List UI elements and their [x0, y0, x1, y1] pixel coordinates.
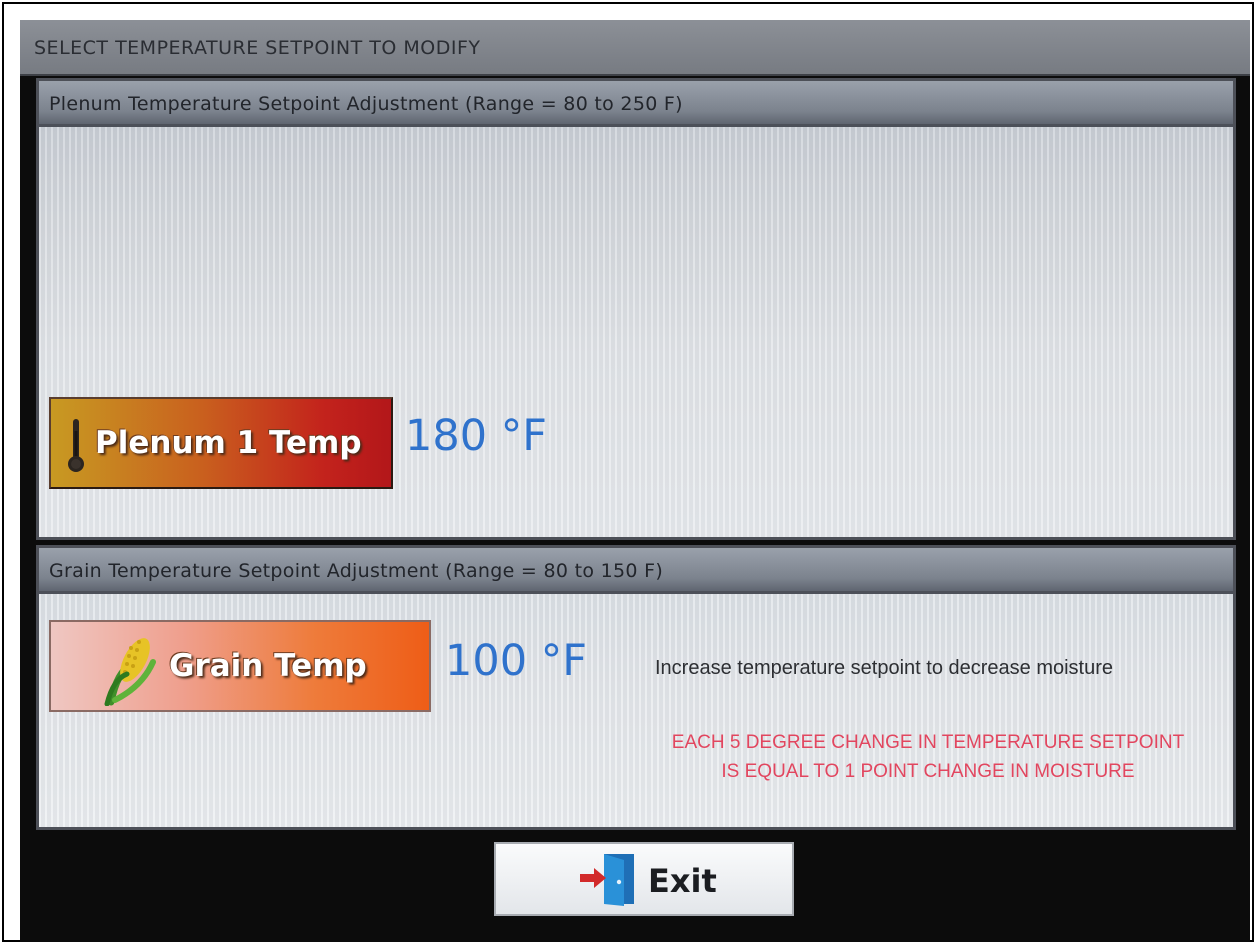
warning-line-2: IS EQUAL TO 1 POINT CHANGE IN MOISTURE: [721, 761, 1135, 782]
corn-icon: [101, 630, 163, 710]
screen-title: SELECT TEMPERATURE SETPOINT TO MODIFY: [34, 37, 481, 59]
grain-setpoint-value[interactable]: 100 °F: [445, 636, 587, 686]
plenum-panel-header: Plenum Temperature Setpoint Adjustment (…: [39, 81, 1233, 127]
plenum-setpoint-panel: Plenum Temperature Setpoint Adjustment (…: [36, 78, 1236, 540]
moisture-hint-text: Increase temperature setpoint to decreas…: [655, 657, 1114, 679]
grain-panel-header: Grain Temperature Setpoint Adjustment (R…: [39, 548, 1233, 594]
exit-door-icon: [578, 852, 642, 912]
warning-line-1: EACH 5 DEGREE CHANGE IN TEMPERATURE SETP…: [671, 732, 1185, 753]
grain-temp-label: Grain Temp: [169, 648, 367, 684]
grain-setpoint-panel: Grain Temperature Setpoint Adjustment (R…: [36, 545, 1236, 830]
plenum-panel-title: Plenum Temperature Setpoint Adjustment (…: [49, 93, 683, 115]
exit-button[interactable]: Exit: [494, 842, 794, 916]
plenum-1-temp-label: Plenum 1 Temp: [95, 425, 362, 461]
hmi-screen: SELECT TEMPERATURE SETPOINT TO MODIFY Pl…: [20, 20, 1250, 942]
plenum-setpoint-value[interactable]: 180 °F: [405, 411, 547, 461]
thermometer-icon: [65, 417, 87, 479]
exit-label: Exit: [648, 862, 717, 900]
plenum-1-temp-button[interactable]: Plenum 1 Temp: [49, 397, 393, 489]
grain-temp-button[interactable]: Grain Temp: [49, 620, 431, 712]
grain-panel-title: Grain Temperature Setpoint Adjustment (R…: [49, 560, 664, 582]
screen-title-bar: SELECT TEMPERATURE SETPOINT TO MODIFY: [20, 20, 1250, 76]
moisture-warning: EACH 5 DEGREE CHANGE IN TEMPERATURE SETP…: [637, 728, 1219, 786]
